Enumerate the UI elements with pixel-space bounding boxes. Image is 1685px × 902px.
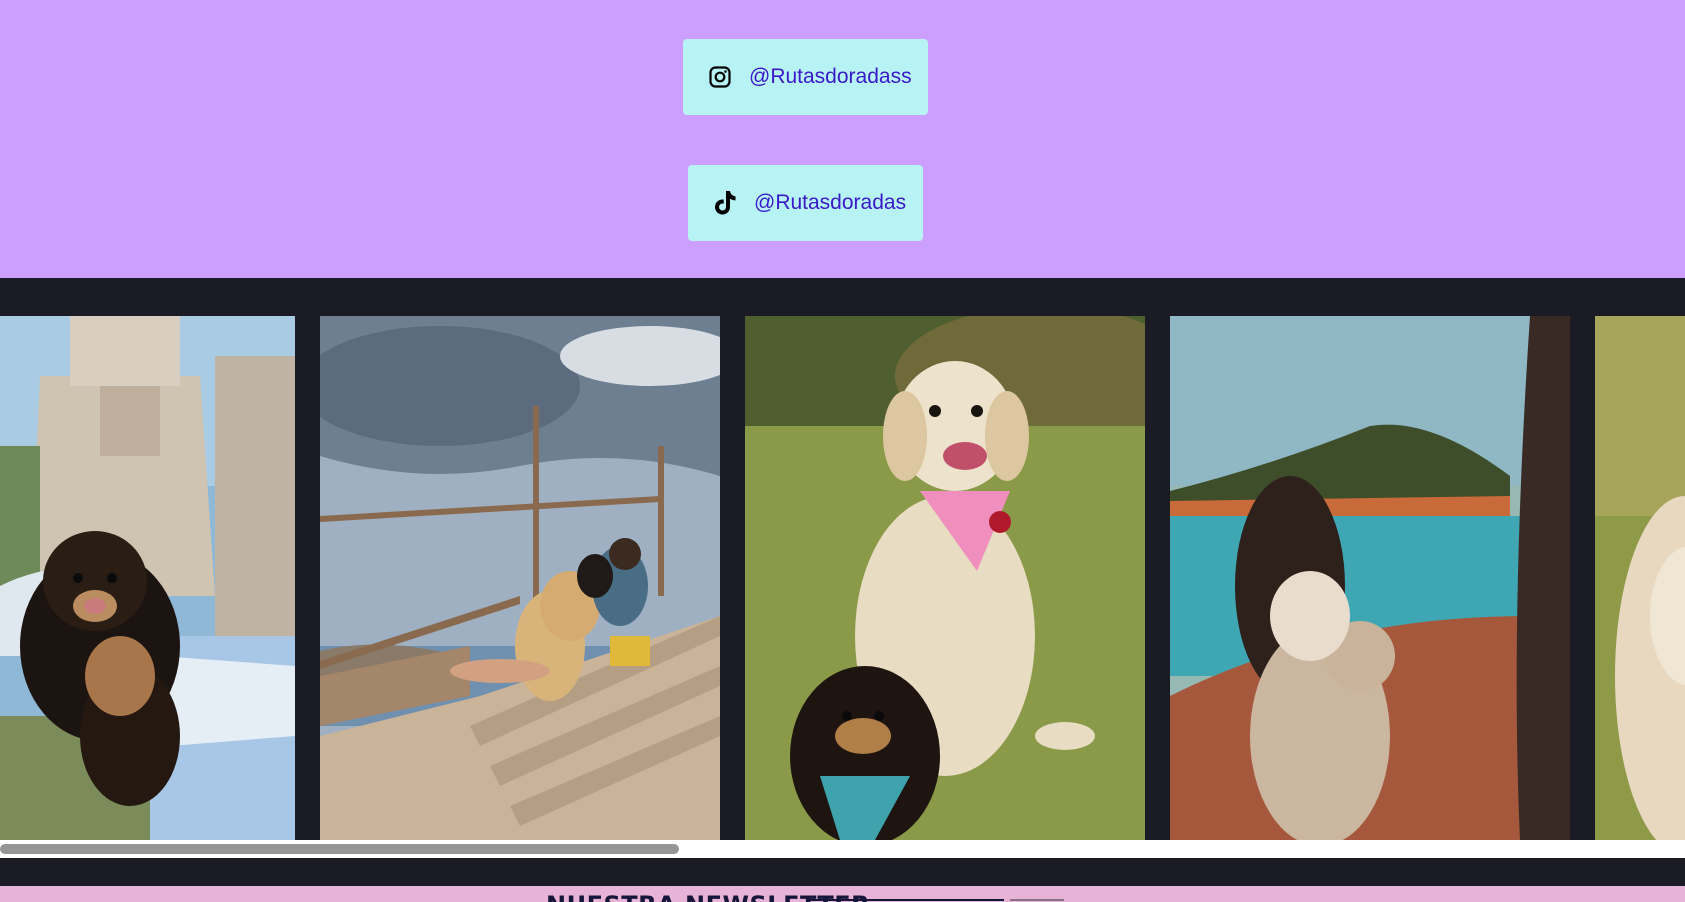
photo-gallery [0, 278, 1685, 858]
instagram-icon [707, 64, 733, 90]
gallery-photo-retriever-closeup[interactable] [1595, 316, 1685, 840]
gallery-scrollbar[interactable] [0, 840, 1685, 858]
gallery-track[interactable] [0, 316, 1685, 840]
tiktok-handle: @Rutasdoradas [754, 191, 907, 214]
tiktok-icon [712, 190, 738, 216]
social-links-section: @Rutasdoradass @Rutasdoradas [0, 0, 1685, 278]
gallery-photo-dogs-grass[interactable] [745, 316, 1145, 840]
newsletter-section: NUESTRA NEWSLETTER [0, 886, 1685, 902]
gallery-photo-woman-cliff[interactable] [1170, 316, 1570, 840]
gallery-scrollbar-thumb[interactable] [0, 844, 679, 854]
tiktok-link-button[interactable]: @Rutasdoradas [688, 165, 923, 241]
instagram-link-button[interactable]: @Rutasdoradass [683, 39, 928, 115]
gallery-photo-couple-stairs[interactable] [320, 316, 720, 840]
gallery-photo-pomeranian-monument[interactable] [0, 316, 295, 840]
instagram-handle: @Rutasdoradass [749, 65, 912, 88]
